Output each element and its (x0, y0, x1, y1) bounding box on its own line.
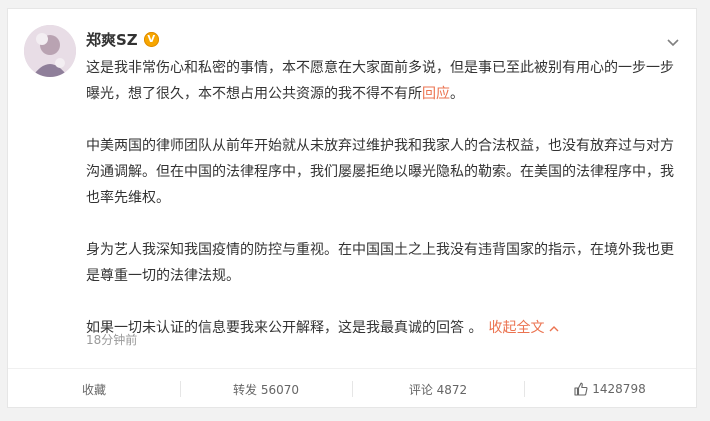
author-row: 郑爽SZ V (86, 29, 159, 50)
like-count: 1428798 (592, 382, 646, 396)
repost-label: 转发 56070 (233, 382, 299, 397)
highlight-link[interactable]: 回应 (422, 86, 450, 102)
paragraph-4: 如果一切未认证的信息要我来公开解释，这是我最真诚的回答 。收起全文 (86, 315, 676, 341)
post-time[interactable]: 18分钟前 (86, 331, 137, 348)
paragraph-3: 身为艺人我深知我国疫情的防控与重视。在中国国土之上我没有违背国家的指示，在境外我… (86, 242, 674, 284)
vip-badge-icon: V (143, 32, 159, 47)
favorite-button[interactable]: 收藏 (8, 369, 180, 409)
comment-label: 评论 4872 (408, 382, 468, 397)
post-content: 这是我非常伤心和私密的事情，本不愿意在大家面前多说，但是事已至此被别有用心的一步… (86, 55, 676, 341)
paragraph-2: 中美两国的律师团队从前年开始就从未放弃过维护我和我家人的合法权益，也没有放弃过与… (86, 138, 674, 206)
thumbs-up-icon (574, 382, 588, 396)
author-name[interactable]: 郑爽SZ (86, 29, 138, 50)
comment-button[interactable]: 评论 4872 (352, 369, 524, 409)
like-button[interactable]: 1428798 (524, 369, 696, 409)
repost-button[interactable]: 转发 56070 (180, 369, 352, 409)
action-bar: 收藏 转发 56070 评论 4872 1428798 (8, 368, 696, 409)
chevron-down-icon[interactable] (666, 32, 680, 47)
weibo-post-card: 郑爽SZ V 这是我非常伤心和私密的事情，本不愿意在大家面前多说，但是事已至此被… (7, 8, 697, 408)
favorite-label: 收藏 (81, 382, 106, 397)
collapse-button[interactable]: 收起全文 (488, 320, 559, 336)
chevron-up-icon (549, 326, 559, 332)
paragraph-1: 这是我非常伤心和私密的事情，本不愿意在大家面前多说，但是事已至此被别有用心的一步… (86, 60, 674, 102)
avatar[interactable] (24, 25, 76, 77)
